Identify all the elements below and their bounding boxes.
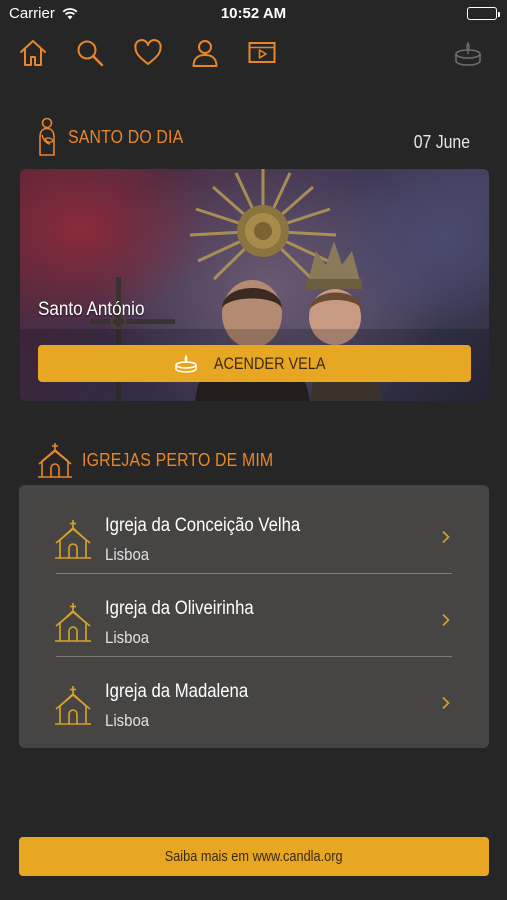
- church-list-item[interactable]: Igreja da Conceição Velha Lisboa: [19, 492, 489, 575]
- heart-icon[interactable]: [131, 36, 165, 70]
- church-name: Igreja da Conceição Velha: [105, 515, 301, 536]
- chevron-right-icon: [441, 530, 451, 544]
- saint-image-card[interactable]: Santo António ACENDER VELA: [20, 169, 489, 401]
- church-list-item[interactable]: Igreja da Oliveirinha Lisboa: [19, 575, 489, 658]
- church-city: Lisboa: [105, 628, 150, 647]
- home-icon[interactable]: [16, 36, 50, 70]
- saint-section-header: SANTO DO DIA: [36, 117, 199, 157]
- candle-icon: [174, 353, 198, 374]
- church-list: Igreja da Conceição Velha Lisboa Igreja …: [19, 485, 489, 748]
- church-name: Igreja da Madalena: [105, 681, 249, 702]
- search-icon[interactable]: [73, 36, 107, 70]
- divider: [56, 656, 452, 657]
- status-bar: Carrier 10:52 AM: [0, 0, 507, 28]
- saint-name: Santo António: [38, 299, 145, 320]
- light-candle-button[interactable]: ACENDER VELA: [38, 345, 471, 382]
- candle-icon[interactable]: [451, 36, 485, 70]
- churches-section-title: IGREJAS PERTO DE MIM: [82, 449, 274, 470]
- video-icon[interactable]: [245, 36, 279, 70]
- church-city: Lisboa: [105, 545, 150, 564]
- learn-more-button[interactable]: Saiba mais em www.candla.org: [19, 837, 489, 876]
- battery-icon: [467, 7, 500, 20]
- church-list-item[interactable]: Igreja da Madalena Lisboa: [19, 658, 489, 741]
- learn-more-label: Saiba mais em www.candla.org: [165, 848, 343, 865]
- saint-figure-icon: [36, 117, 60, 157]
- churches-section-header: IGREJAS PERTO DE MIM: [38, 442, 299, 478]
- church-icon: [55, 685, 91, 725]
- saint-date: 07 June: [413, 132, 470, 152]
- church-icon: [55, 602, 91, 642]
- chevron-right-icon: [441, 613, 451, 627]
- chevron-right-icon: [441, 696, 451, 710]
- church-city: Lisboa: [105, 711, 150, 730]
- profile-icon[interactable]: [188, 36, 222, 70]
- church-icon: [38, 442, 72, 478]
- church-icon: [55, 519, 91, 559]
- light-candle-label: ACENDER VELA: [213, 353, 326, 373]
- church-name: Igreja da Oliveirinha: [105, 598, 254, 619]
- status-time: 10:52 AM: [220, 5, 287, 22]
- saint-section-title: SANTO DO DIA: [68, 126, 184, 147]
- divider: [56, 573, 452, 574]
